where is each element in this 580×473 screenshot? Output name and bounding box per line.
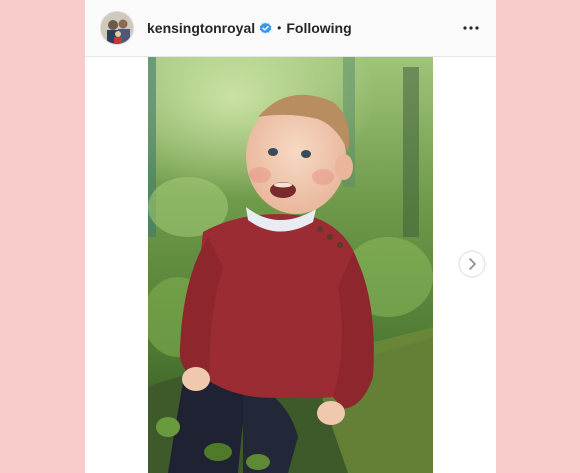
separator-dot: • <box>277 21 282 35</box>
more-options-icon[interactable] <box>462 19 480 37</box>
instagram-post: kensingtonroyal • Following <box>85 0 496 473</box>
verified-badge-icon <box>259 22 272 35</box>
header-text: kensingtonroyal • Following <box>147 19 352 37</box>
following-button[interactable]: Following <box>286 20 351 36</box>
avatar[interactable] <box>100 11 134 45</box>
next-photo-button[interactable] <box>458 250 486 278</box>
post-photo[interactable] <box>148 57 433 473</box>
post-header: kensingtonroyal • Following <box>85 0 496 57</box>
username-link[interactable]: kensingtonroyal <box>147 20 255 36</box>
